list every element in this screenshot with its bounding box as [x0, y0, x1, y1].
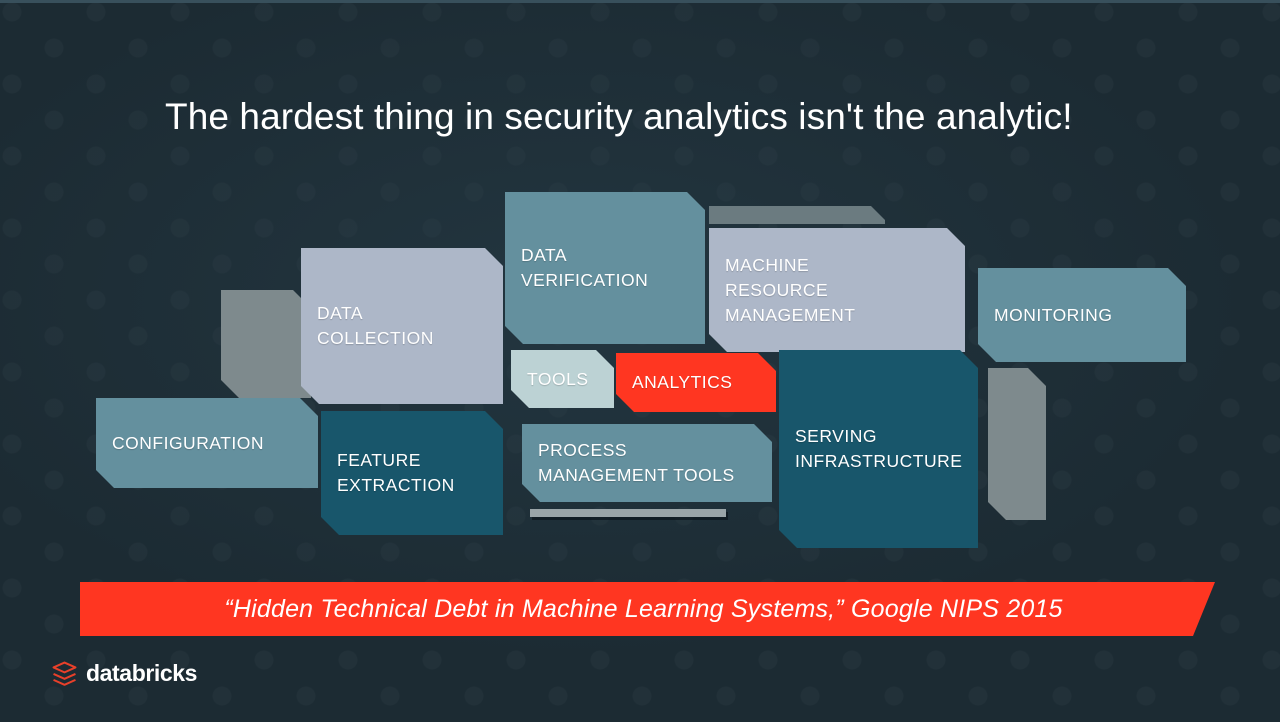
databricks-wordmark: databricks	[86, 660, 198, 686]
accent-block-left	[221, 290, 311, 398]
top-edge-line	[0, 0, 1280, 3]
diagram-box-label: MACHINE RESOURCE MANAGEMENT	[725, 254, 856, 325]
diagram-box-data-verification[interactable]: DATA VERIFICATION	[505, 192, 705, 344]
slide-title: The hardest thing in security analytics …	[165, 96, 1073, 137]
accent-bar-top	[709, 206, 885, 224]
diagram-box-label: DATA COLLECTION	[317, 303, 434, 348]
citation-banner: “Hidden Technical Debt in Machine Learni…	[80, 582, 1215, 636]
diagram-box-analytics[interactable]: ANALYTICS	[616, 353, 776, 412]
accent-bar-bottom	[530, 509, 726, 517]
diagram-box-label: FEATURE EXTRACTION	[337, 450, 455, 495]
diagram-box-data-collection[interactable]: DATA COLLECTION	[301, 248, 503, 404]
diagram-box-configuration[interactable]: CONFIGURATION	[96, 398, 318, 488]
databricks-logo: databricks	[52, 660, 197, 687]
diagram-box-machine-resource-management[interactable]: MACHINE RESOURCE MANAGEMENT	[709, 228, 965, 352]
diagram-box-label: PROCESS MANAGEMENT TOOLS	[538, 440, 735, 485]
accent-block-right	[988, 368, 1046, 520]
diagram-box-feature-extraction[interactable]: FEATURE EXTRACTION	[321, 411, 503, 535]
citation-text: “Hidden Technical Debt in Machine Learni…	[224, 594, 1063, 623]
diagram-box-label: CONFIGURATION	[112, 432, 265, 453]
diagram-box-label: DATA VERIFICATION	[521, 245, 649, 290]
diagram-box-label: SERVING INFRASTRUCTURE	[795, 426, 963, 471]
diagram-box-process-management-tools[interactable]: PROCESS MANAGEMENT TOOLS	[522, 424, 772, 502]
diagram-box-label: MONITORING	[994, 304, 1113, 325]
diagram-box-serving-infrastructure[interactable]: SERVING INFRASTRUCTURE	[779, 350, 978, 548]
diagram-box-monitoring[interactable]: MONITORING	[978, 268, 1186, 362]
databricks-stack-icon	[52, 661, 77, 687]
diagram-box-label: TOOLS	[527, 368, 589, 389]
slide-canvas: The hardest thing in security analytics …	[0, 0, 1280, 722]
diagram-box-tools[interactable]: TOOLS	[511, 350, 614, 408]
diagram-box-label: ANALYTICS	[632, 372, 733, 392]
